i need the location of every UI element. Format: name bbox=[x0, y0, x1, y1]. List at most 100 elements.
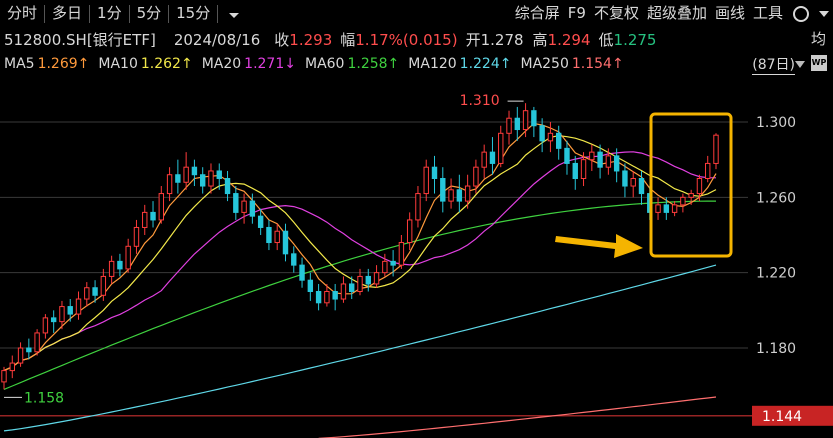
tab-multiday[interactable]: 多日 bbox=[45, 0, 89, 27]
candle-body bbox=[315, 291, 322, 304]
candle-body bbox=[373, 272, 380, 285]
candle-body bbox=[705, 162, 711, 180]
current-price-label: 1.144 bbox=[762, 409, 802, 425]
high-value: 1.294 bbox=[547, 30, 591, 49]
period-selector[interactable]: (87日) bbox=[752, 54, 795, 75]
candle-body bbox=[655, 204, 661, 213]
candle-body bbox=[522, 110, 529, 131]
candle-body bbox=[9, 362, 15, 372]
candle-body bbox=[406, 219, 413, 244]
kline-chart[interactable]: 1.300 1.260 1.220 1.180 1.144 1.310 1.158 bbox=[0, 76, 833, 438]
ma120-value: 1.224↑ bbox=[459, 56, 512, 72]
price-axis-tick-1220: 1.220 bbox=[756, 266, 796, 282]
candle-body bbox=[680, 196, 686, 206]
candle-body bbox=[481, 151, 487, 168]
no-adjust-button[interactable]: 不复权 bbox=[590, 0, 643, 27]
draw-line-button[interactable]: 画线 bbox=[711, 0, 749, 27]
chevron-down-icon[interactable] bbox=[819, 10, 829, 17]
period-dropdown-icon[interactable] bbox=[795, 61, 805, 68]
close-label: 收 bbox=[274, 31, 290, 49]
price-axis-tick-1260: 1.260 bbox=[756, 190, 796, 206]
open-value: 1.278 bbox=[480, 30, 524, 49]
high-price-annotation: 1.310 bbox=[460, 93, 500, 109]
candle-body bbox=[100, 275, 107, 296]
ma5-label: MA5 bbox=[4, 56, 35, 72]
ma10-label: MA10 bbox=[98, 56, 138, 72]
ma60-value: 1.258↑ bbox=[347, 56, 400, 72]
candle-body bbox=[117, 260, 123, 270]
candle-body bbox=[547, 132, 554, 142]
candle-body bbox=[307, 279, 314, 292]
candle-body bbox=[688, 193, 694, 198]
low-price-annotation: 1.158 bbox=[24, 390, 64, 406]
candle-body bbox=[398, 242, 405, 266]
toolbar-right: 综合屏 F9 不复权 超级叠加 画线 工具 bbox=[511, 0, 833, 27]
candle-body bbox=[26, 347, 32, 353]
candle-body bbox=[622, 170, 628, 187]
candle-body bbox=[605, 155, 612, 168]
price-axis-tick-1300: 1.300 bbox=[756, 115, 796, 131]
candle-body bbox=[572, 162, 578, 180]
period-toolbar: 分时 多日 1分 5分 15分 综合屏 F9 不复权 超级叠加 画线 工具 bbox=[0, 0, 833, 27]
ma250-line bbox=[318, 396, 717, 438]
candle-body bbox=[50, 317, 57, 323]
candle-body bbox=[208, 170, 214, 187]
candle-body bbox=[580, 159, 587, 179]
candle-body bbox=[390, 260, 396, 266]
candle-body bbox=[365, 275, 371, 285]
close-value: 1.293 bbox=[289, 30, 333, 49]
highlight-arrow bbox=[555, 234, 643, 258]
gear-icon[interactable] bbox=[793, 5, 809, 22]
wp-icon[interactable]: WP bbox=[811, 55, 827, 71]
candle-body bbox=[630, 178, 636, 187]
ma250-label: MA250 bbox=[520, 56, 569, 72]
candle-body bbox=[34, 332, 40, 353]
candle-body bbox=[92, 287, 98, 296]
candle-body bbox=[224, 178, 231, 195]
candle-body bbox=[191, 166, 198, 176]
candle-body bbox=[539, 125, 545, 142]
more-periods-button[interactable] bbox=[218, 0, 250, 27]
ma10-line bbox=[3, 134, 717, 372]
tab-5min[interactable]: 5分 bbox=[130, 0, 169, 27]
candle-body bbox=[448, 189, 454, 202]
tab-15min[interactable]: 15分 bbox=[169, 0, 217, 27]
candle-body bbox=[489, 151, 496, 164]
ma20-label: MA20 bbox=[201, 56, 242, 72]
candle-body bbox=[266, 226, 272, 244]
candle-body bbox=[291, 253, 297, 266]
candle-body bbox=[75, 298, 82, 315]
candle-body bbox=[357, 275, 363, 293]
super-overlay-button[interactable]: 超级叠加 bbox=[643, 0, 711, 27]
candle-body bbox=[108, 260, 115, 277]
candle-body bbox=[431, 166, 438, 179]
low-label: 低 bbox=[598, 31, 614, 49]
candle-body bbox=[282, 230, 289, 255]
candle-body bbox=[42, 317, 49, 334]
candle-body bbox=[696, 178, 703, 195]
candle-body bbox=[415, 193, 421, 221]
candle-body bbox=[382, 260, 388, 274]
ma10-value: 1.262↑ bbox=[140, 56, 193, 72]
candle-body bbox=[84, 287, 90, 300]
price-axis-tick-1180: 1.180 bbox=[756, 341, 796, 357]
tools-button[interactable]: 工具 bbox=[749, 0, 787, 27]
candle-body bbox=[473, 166, 479, 187]
f9-button[interactable]: F9 bbox=[564, 0, 590, 27]
composite-screen-button[interactable]: 综合屏 bbox=[511, 0, 564, 27]
ma60-label: MA60 bbox=[304, 56, 345, 72]
candle-body bbox=[59, 306, 65, 323]
candle-body bbox=[589, 151, 595, 161]
avg-label: 均 bbox=[811, 30, 827, 48]
candle-body bbox=[514, 117, 521, 131]
candle-body bbox=[663, 204, 670, 213]
high-label: 高 bbox=[532, 31, 548, 49]
quote-date: 2024/08/16 bbox=[173, 30, 261, 49]
candle-body bbox=[671, 204, 678, 213]
tab-fenshi[interactable]: 分时 bbox=[0, 0, 44, 27]
candle-body bbox=[257, 215, 264, 228]
tab-1min[interactable]: 1分 bbox=[90, 0, 129, 27]
security-code: 512800.SH[银行ETF] bbox=[4, 31, 156, 49]
candle-body bbox=[133, 226, 140, 247]
candle-body bbox=[564, 147, 570, 164]
